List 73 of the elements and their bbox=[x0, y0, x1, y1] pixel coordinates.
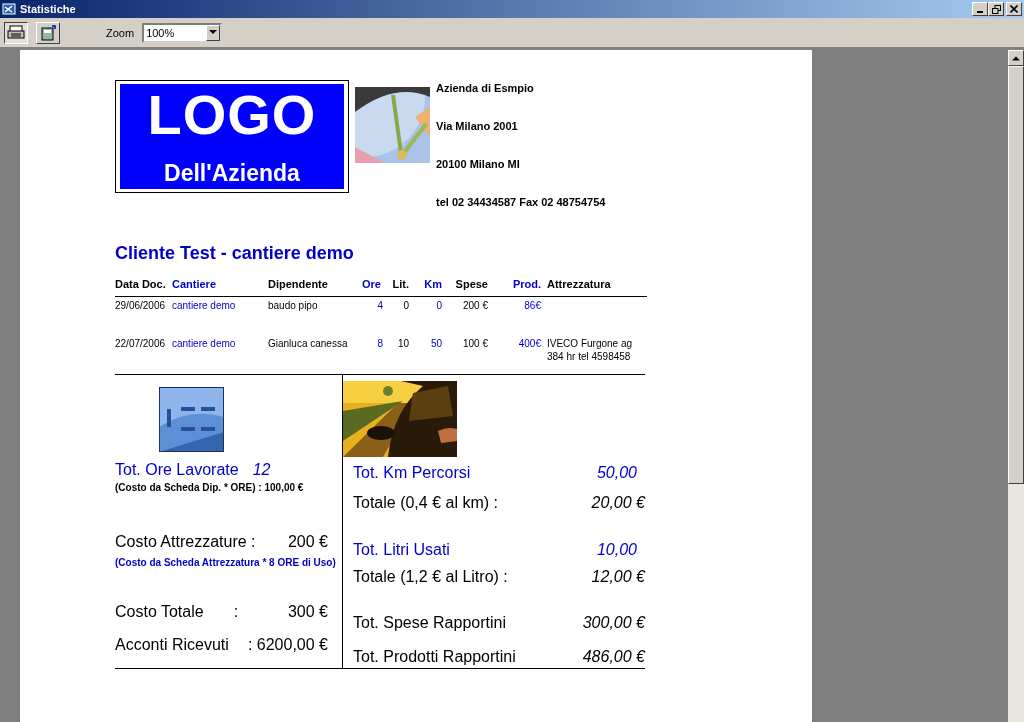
cost-label: Totale (0,4 € al km) : bbox=[353, 493, 498, 513]
cost-value: : 6200,00 € bbox=[247, 635, 329, 655]
table-cell-text: 10 bbox=[396, 337, 410, 351]
column-header: Km bbox=[423, 278, 443, 290]
table-cell-text: 200 € bbox=[461, 299, 489, 313]
total-value: 50,00 bbox=[596, 463, 638, 483]
cost-value: 12,00 € bbox=[591, 567, 645, 587]
column-header: Prod. bbox=[511, 278, 542, 290]
table-cell-text: 100 € bbox=[461, 337, 489, 351]
total-label: Tot. Km Percorsi bbox=[353, 463, 471, 483]
table-cell-text: 0 bbox=[402, 299, 410, 313]
note-text: (Costo da Scheda Attrezzatura * 8 ORE di Uso) bbox=[115, 556, 337, 569]
table-cell-text: IVECO Furgone ag 384 hr tel 4598458 bbox=[546, 337, 634, 364]
app-icon bbox=[2, 2, 16, 16]
column-header: Cantiere bbox=[172, 278, 218, 290]
column-header: Spese bbox=[454, 278, 489, 290]
company-info: Azienda di Esmpio bbox=[436, 81, 535, 96]
cost-value: 200 € bbox=[287, 532, 329, 552]
cost-value: 486,00 € bbox=[582, 647, 645, 667]
page-icon bbox=[40, 24, 56, 41]
cost-value: 300 € bbox=[287, 602, 329, 622]
total-label: Tot. Ore Lavorate bbox=[115, 460, 239, 480]
company-info: Via Milano 2001 bbox=[436, 119, 519, 134]
table-cell-text: 4 bbox=[376, 299, 384, 313]
table-cell-text: 50 bbox=[429, 337, 443, 351]
table-cell-text: cantiere demo bbox=[172, 337, 237, 351]
table-cell-text: 29/06/2006 bbox=[115, 299, 167, 313]
logo-text: LOGO bbox=[147, 84, 317, 146]
note-text: (Costo da Scheda Dip. * ORE) : 100,00 € bbox=[115, 481, 305, 494]
minimize-button[interactable] bbox=[972, 2, 988, 16]
report-title: Cliente Test - cantiere demo bbox=[115, 242, 355, 264]
logo-subtext: Dell'Azienda bbox=[164, 159, 300, 188]
column-header: Lit. bbox=[391, 278, 410, 290]
cost-label: Costo Attrezzature : bbox=[115, 532, 256, 552]
company-info: tel 02 34434587 Fax 02 48754754 bbox=[436, 195, 606, 210]
company-info: 20100 Milano MI bbox=[436, 157, 521, 172]
table-cell-text: 86€ bbox=[523, 299, 542, 313]
table-cell-text: 0 bbox=[435, 299, 443, 313]
cost-label: Acconti Ricevuti bbox=[115, 635, 229, 655]
close-icon bbox=[1010, 5, 1018, 13]
page-button[interactable] bbox=[36, 21, 60, 44]
cost-label: Totale (1,2 € al Litro) : bbox=[353, 567, 508, 587]
table-cell-text: 22/07/2006 bbox=[115, 337, 167, 351]
print-button[interactable] bbox=[4, 21, 28, 44]
table-cell-text: 400€ bbox=[517, 337, 542, 351]
table-cell-text: baudo pipo bbox=[268, 299, 319, 313]
column-header: Dipendente bbox=[268, 278, 329, 290]
close-button[interactable] bbox=[1006, 2, 1022, 16]
cost-value: 300,00 € bbox=[582, 613, 645, 633]
table-cell-text: cantiere demo bbox=[172, 299, 237, 313]
zoom-label: Zoom bbox=[106, 26, 135, 39]
vertical-scrollbar[interactable] bbox=[1008, 50, 1024, 722]
total-value: 10,00 bbox=[596, 540, 638, 560]
table-cell-text: 8 bbox=[376, 337, 384, 351]
zoom-dropdown[interactable]: 100% bbox=[142, 22, 223, 43]
cost-label: Tot. Spese Rapportini bbox=[353, 613, 506, 633]
table-cell-text: Gianluca canessa bbox=[268, 337, 349, 351]
cost-label: Costo Totale bbox=[115, 602, 204, 622]
total-label: Tot. Litri Usati bbox=[353, 540, 450, 560]
restore-icon bbox=[991, 4, 1001, 14]
dropdown-arrow-icon bbox=[209, 30, 218, 35]
scroll-up-icon bbox=[1012, 55, 1020, 61]
separator-text: : bbox=[233, 602, 239, 622]
restore-button[interactable] bbox=[988, 2, 1004, 16]
window-title: Statistiche bbox=[20, 3, 76, 15]
cost-label: Tot. Prodotti Rapportini bbox=[353, 647, 516, 667]
scrollbar-thumb[interactable] bbox=[1008, 66, 1024, 484]
column-header: Data Doc. bbox=[115, 278, 167, 290]
column-header: Ore bbox=[362, 278, 382, 290]
column-header: Attrezzatura bbox=[546, 278, 612, 290]
cost-value: 20,00 € bbox=[591, 493, 645, 513]
printer-icon bbox=[7, 24, 25, 41]
total-value: 12 bbox=[252, 460, 271, 480]
